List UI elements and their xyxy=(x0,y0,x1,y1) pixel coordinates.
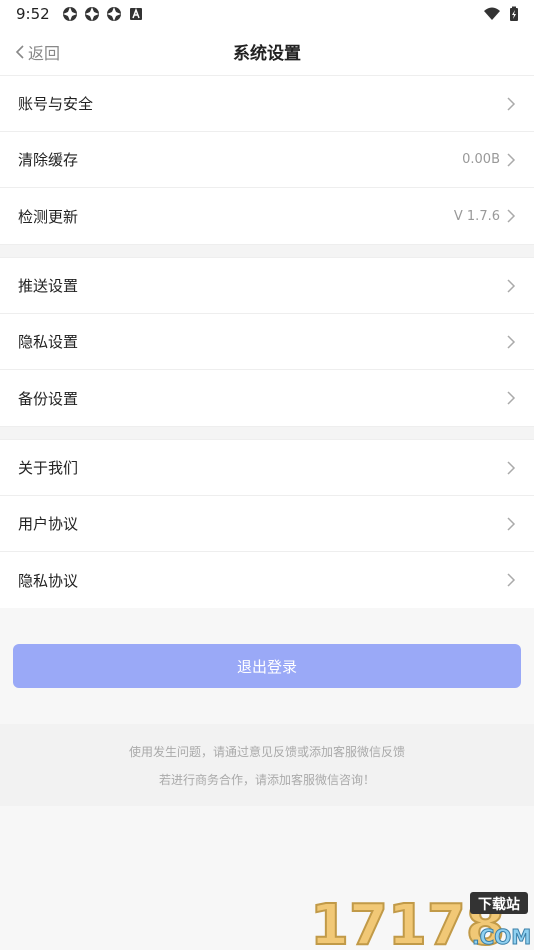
row-label: 备份设置 xyxy=(18,389,79,408)
settings-row-backup[interactable]: 备份设置 xyxy=(0,370,534,426)
section-divider xyxy=(0,426,534,440)
footer-note: 使用发生问题，请通过意见反馈或添加客服微信反馈 若进行商务合作，请添加客服微信咨… xyxy=(0,724,534,806)
chevron-right-icon xyxy=(507,278,516,293)
settings-row-push[interactable]: 推送设置 xyxy=(0,258,534,314)
app-notification-icon xyxy=(62,7,77,21)
settings-row-account-security[interactable]: 账号与安全 xyxy=(0,76,534,132)
app-notification-icon xyxy=(84,7,99,21)
row-label: 检测更新 xyxy=(18,207,79,226)
row-label: 关于我们 xyxy=(18,459,79,477)
cache-size-value: 0.00B xyxy=(462,152,500,167)
chevron-right-icon xyxy=(507,516,516,531)
logout-section: 退出登录 xyxy=(0,608,534,688)
settings-group-preferences: 推送设置 隐私设置 备份设置 xyxy=(0,258,534,426)
settings-group-about: 关于我们 用户协议 隐私协议 xyxy=(0,440,534,608)
row-label: 隐私协议 xyxy=(18,571,79,590)
back-label: 返回 xyxy=(28,43,61,63)
footer-line-feedback: 使用发生问题，请通过意见反馈或添加客服微信反馈 xyxy=(128,745,405,759)
chevron-right-icon xyxy=(507,96,516,111)
row-label: 账号与安全 xyxy=(18,95,94,113)
battery-icon xyxy=(510,6,518,21)
row-label: 用户协议 xyxy=(18,515,79,533)
app-notification-icon xyxy=(106,7,121,21)
chevron-right-icon xyxy=(507,391,516,405)
row-label: 推送设置 xyxy=(18,277,79,295)
page-title: 系统设置 xyxy=(233,44,301,64)
chevron-right-icon xyxy=(507,334,516,349)
settings-row-check-update[interactable]: 检测更新 V 1.7.6 xyxy=(0,188,534,244)
navigation-header: 返回 系统设置 xyxy=(0,28,534,76)
settings-group-account: 账号与安全 清除缓存 0.00B 检测更新 V 1.7.6 xyxy=(0,76,534,244)
status-right-icons xyxy=(484,6,522,22)
row-label: 清除缓存 xyxy=(18,151,79,169)
a-letter-icon xyxy=(129,7,142,20)
watermark-badge-text: 下载站 xyxy=(478,896,520,913)
chevron-left-icon xyxy=(15,44,24,59)
chevron-right-icon xyxy=(507,152,516,167)
logout-button[interactable]: 退出登录 xyxy=(13,644,521,688)
row-label: 隐私设置 xyxy=(18,333,79,351)
settings-row-privacy[interactable]: 隐私设置 xyxy=(0,314,534,370)
settings-row-privacy-agreement[interactable]: 隐私协议 xyxy=(0,552,534,608)
watermark-domain: .COM xyxy=(472,925,530,948)
version-value: V 1.7.6 xyxy=(453,208,500,224)
footer-line-business: 若进行商务合作，请添加客服微信咨询！ xyxy=(158,773,375,787)
settings-row-about-us[interactable]: 关于我们 xyxy=(0,440,534,496)
status-left-icons xyxy=(62,6,144,22)
wifi-icon xyxy=(484,7,500,20)
settings-row-clear-cache[interactable]: 清除缓存 0.00B xyxy=(0,132,534,188)
back-button[interactable]: 返回 xyxy=(14,40,60,64)
site-watermark-logo: 17178 下载站 .COM xyxy=(309,892,530,948)
chevron-right-icon xyxy=(507,573,516,587)
status-time: 9:52 xyxy=(16,5,50,23)
status-bar: 9:52 xyxy=(0,0,534,28)
settings-row-user-agreement[interactable]: 用户协议 xyxy=(0,496,534,552)
chevron-right-icon xyxy=(507,209,516,223)
section-divider xyxy=(0,244,534,258)
chevron-right-icon xyxy=(507,460,516,475)
